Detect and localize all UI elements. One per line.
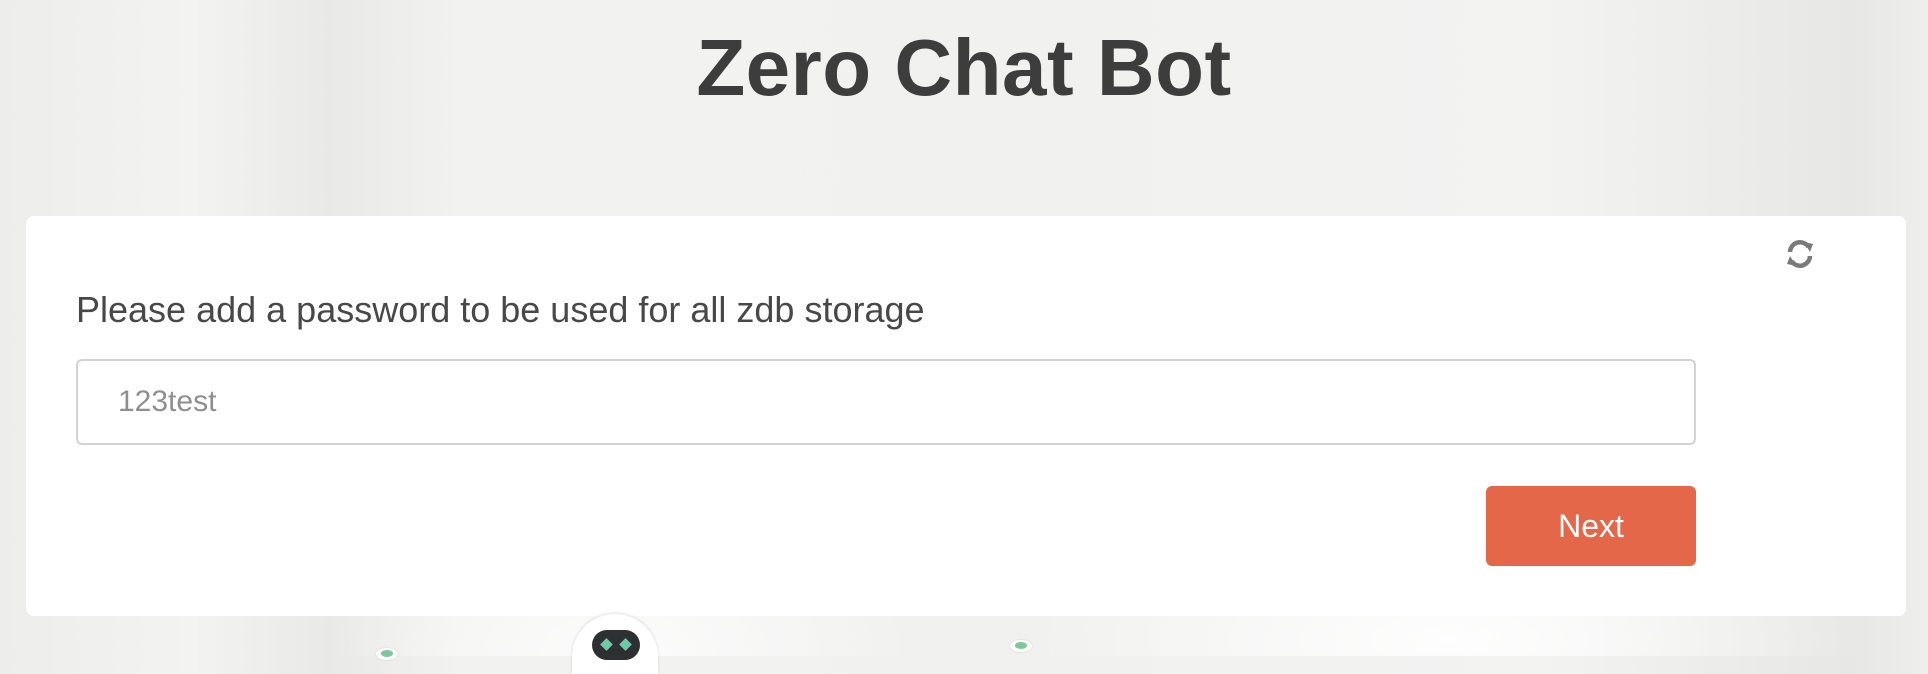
decorative-orb: [1010, 640, 1032, 652]
next-button[interactable]: Next: [1486, 486, 1696, 566]
robot-eye-right: [619, 638, 632, 651]
decorative-orb: [376, 648, 398, 660]
robot-eye-left: [600, 638, 613, 651]
robot-mascot-icon: [572, 614, 658, 674]
refresh-icon[interactable]: [1782, 236, 1818, 272]
password-setup-card: Please add a password to be used for all…: [26, 216, 1906, 616]
password-input[interactable]: [76, 359, 1696, 445]
password-prompt-label: Please add a password to be used for all…: [76, 289, 925, 330]
page-title: Zero Chat Bot: [696, 23, 1232, 112]
